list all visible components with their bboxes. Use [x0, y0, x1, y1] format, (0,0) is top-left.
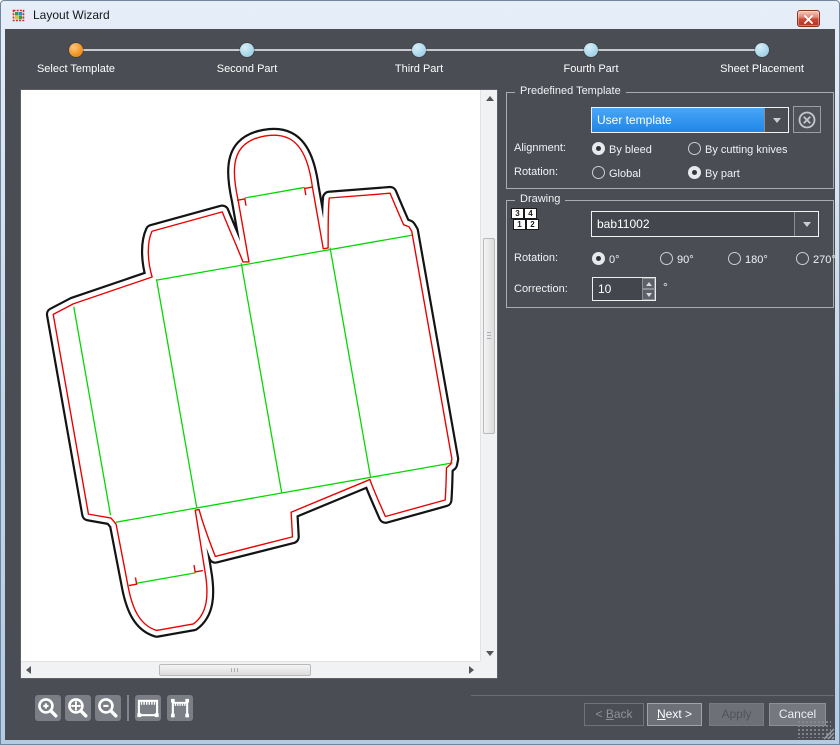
- apply-button[interactable]: Apply: [709, 703, 764, 726]
- horizontal-scroll-thumb[interactable]: [159, 664, 311, 676]
- scrollbar-corner: [480, 661, 497, 678]
- dieline-drawing: [21, 90, 480, 661]
- step-label-third-part: Third Part: [395, 63, 443, 75]
- sheet-ruler-icon: [135, 695, 161, 721]
- drawing-select-value: bab11002: [592, 212, 794, 236]
- delete-template-icon: [797, 110, 817, 130]
- correction-spinner[interactable]: [642, 278, 655, 300]
- radio-90deg-circle[interactable]: [660, 252, 673, 265]
- predefined-template-legend: Predefined Template: [515, 85, 626, 97]
- zoom-extents-button[interactable]: [65, 695, 91, 721]
- radio-180deg[interactable]: 180°: [728, 250, 768, 268]
- scroll-left-icon[interactable]: [21, 662, 38, 679]
- radio-by-bleed[interactable]: By bleed: [592, 140, 652, 158]
- template-dropdown-arrow-icon[interactable]: [764, 108, 788, 132]
- correction-label: Correction:: [514, 283, 568, 295]
- alignment-label: Alignment:: [514, 142, 566, 154]
- radio-by-cutting-knives-circle[interactable]: [688, 142, 701, 155]
- title-bar[interactable]: Layout Wizard: [2, 1, 838, 29]
- sheet-size-button[interactable]: [135, 695, 161, 721]
- preview-canvas[interactable]: [20, 89, 498, 679]
- radio-270deg-circle[interactable]: [796, 252, 809, 265]
- canvas-page[interactable]: [21, 90, 480, 661]
- radio-0deg[interactable]: 0°: [592, 250, 620, 268]
- drawing-dropdown-arrow-icon[interactable]: [794, 212, 818, 236]
- drawing-order-icon: 3 4 1 2: [511, 208, 539, 232]
- radio-180deg-circle[interactable]: [728, 252, 741, 265]
- step-dot-third-part[interactable]: [412, 43, 426, 57]
- zoom-in-button[interactable]: [35, 695, 61, 721]
- zoom-out-icon: [95, 695, 121, 721]
- vertical-scroll-thumb[interactable]: [483, 238, 495, 434]
- zoom-out-button[interactable]: [95, 695, 121, 721]
- footer-separator: [471, 695, 834, 696]
- template-select-value: User template: [592, 108, 764, 132]
- spinner-down-icon[interactable]: [642, 289, 655, 300]
- drawing-rotation-label: Rotation:: [514, 252, 558, 264]
- horizontal-scrollbar[interactable]: [21, 661, 480, 678]
- zoom-extents-icon: [65, 695, 91, 721]
- scroll-up-icon[interactable]: [481, 90, 498, 106]
- step-label-fourth-part: Fourth Part: [563, 63, 618, 75]
- radio-0deg-circle[interactable]: [592, 252, 605, 265]
- measure-icon: [167, 695, 193, 721]
- step-label-select-template: Select Template: [37, 63, 115, 75]
- resize-grip[interactable]: [797, 720, 831, 738]
- back-button[interactable]: < Back: [584, 703, 644, 726]
- step-dot-sheet-placement[interactable]: [755, 43, 769, 57]
- close-icon: [804, 15, 813, 24]
- radio-by-cutting-knives[interactable]: By cutting knives: [688, 140, 788, 158]
- spinner-up-icon[interactable]: [642, 278, 655, 289]
- vertical-scrollbar[interactable]: [480, 90, 497, 661]
- radio-by-part-circle[interactable]: [688, 166, 701, 179]
- close-button[interactable]: [797, 10, 820, 27]
- drawing-select[interactable]: bab11002: [591, 211, 819, 237]
- radio-by-part[interactable]: By part: [688, 164, 740, 182]
- step-label-sheet-placement: Sheet Placement: [720, 63, 804, 75]
- step-label-second-part: Second Part: [217, 63, 278, 75]
- step-dot-select-template[interactable]: [69, 43, 83, 57]
- step-dot-fourth-part[interactable]: [584, 43, 598, 57]
- dieline-fill: [29, 114, 472, 639]
- template-rotation-label: Rotation:: [514, 166, 558, 178]
- radio-global-circle[interactable]: [592, 166, 605, 179]
- measure-button[interactable]: [167, 695, 193, 721]
- radio-by-bleed-circle[interactable]: [592, 142, 605, 155]
- scroll-down-icon[interactable]: [481, 645, 498, 661]
- radio-global[interactable]: Global: [592, 164, 641, 182]
- correction-unit: °: [663, 280, 668, 294]
- step-dot-second-part[interactable]: [240, 43, 254, 57]
- layout-wizard-icon: [11, 8, 26, 23]
- next-button[interactable]: Next >: [647, 703, 702, 726]
- drawing-legend: Drawing: [515, 193, 565, 205]
- scroll-right-icon[interactable]: [463, 662, 480, 679]
- layout-wizard-window: Layout Wizard Select Template Second Par…: [0, 0, 840, 745]
- window-title: Layout Wizard: [33, 8, 110, 22]
- radio-90deg[interactable]: 90°: [660, 250, 694, 268]
- delete-template-button[interactable]: [793, 106, 821, 133]
- toolbar-separator: [127, 695, 129, 721]
- zoom-in-icon: [35, 695, 61, 721]
- template-select[interactable]: User template: [591, 107, 789, 133]
- radio-270deg[interactable]: 270°: [796, 250, 836, 268]
